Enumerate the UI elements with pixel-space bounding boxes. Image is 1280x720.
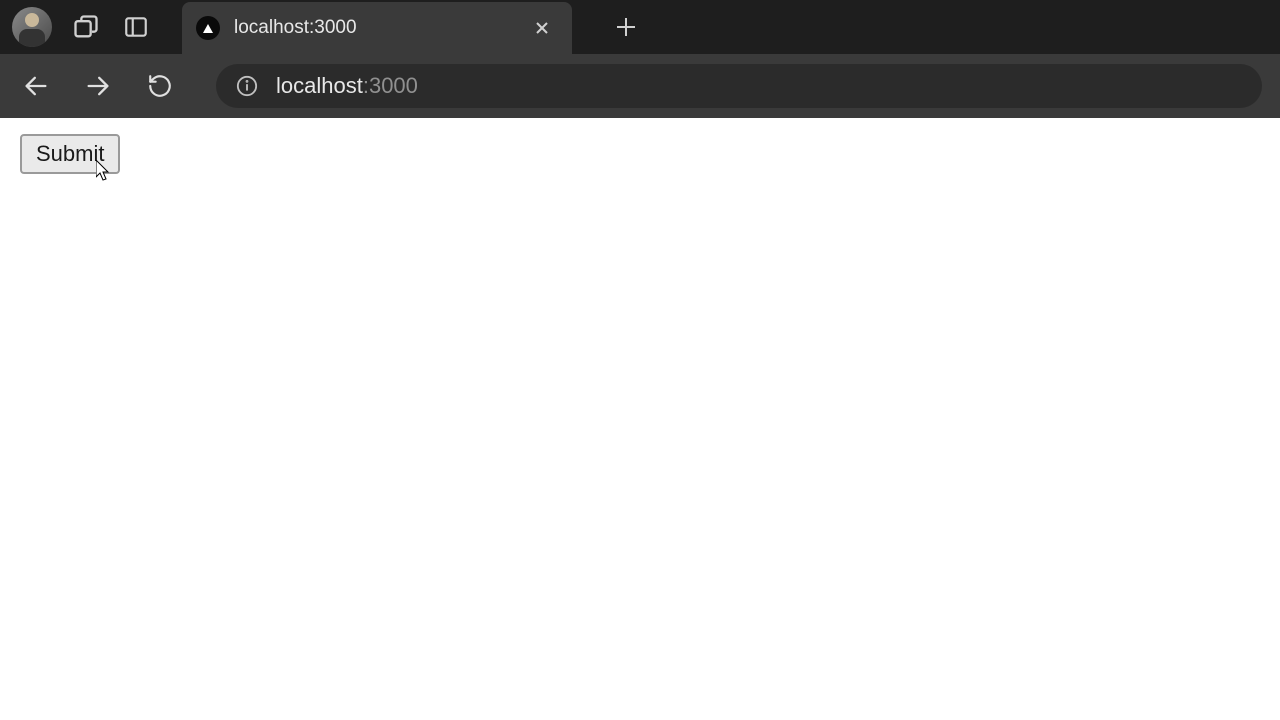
submit-button[interactable]: Submit — [20, 134, 120, 174]
toolbar: localhost:3000 — [0, 54, 1280, 118]
refresh-button[interactable] — [142, 68, 178, 104]
profile-avatar[interactable] — [12, 7, 52, 47]
sidebar-toggle-icon[interactable] — [120, 11, 152, 43]
url-port: :3000 — [363, 73, 418, 98]
forward-button[interactable] — [80, 68, 116, 104]
browser-tab[interactable]: localhost:3000 — [182, 2, 572, 54]
favicon-icon — [196, 16, 220, 40]
page-content: Submit — [0, 118, 1280, 190]
url-host: localhost — [276, 73, 363, 98]
tab-bar: localhost:3000 — [0, 0, 1280, 54]
url-text: localhost:3000 — [276, 73, 418, 99]
new-tab-button[interactable] — [610, 11, 642, 43]
workspaces-icon[interactable] — [70, 11, 102, 43]
close-tab-button[interactable] — [530, 16, 554, 40]
site-info-icon[interactable] — [234, 73, 260, 99]
tab-title: localhost:3000 — [234, 17, 516, 39]
browser-chrome: localhost:3000 — [0, 0, 1280, 118]
back-button[interactable] — [18, 68, 54, 104]
address-bar[interactable]: localhost:3000 — [216, 64, 1262, 108]
